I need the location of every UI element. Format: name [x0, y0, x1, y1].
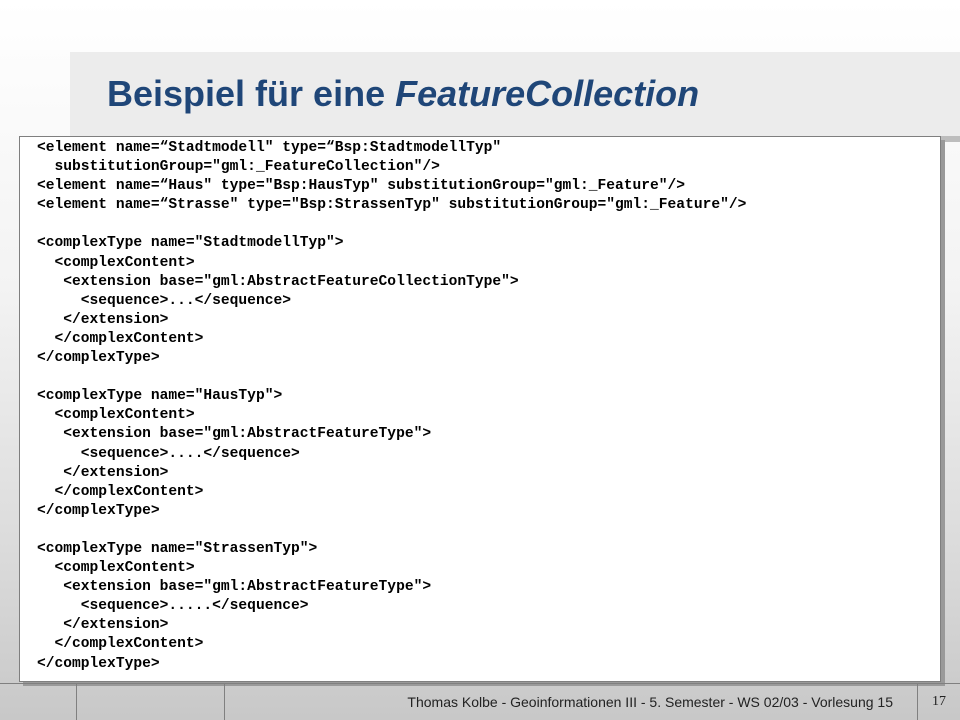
code-line: <sequence>...</sequence>	[37, 292, 291, 309]
code-line: substitutionGroup="gml:_FeatureCollectio…	[37, 159, 440, 176]
code-line: <extension base="gml:AbstractFeatureColl…	[37, 273, 519, 290]
code-line: <element name=“Stadtmodell" type=“Bsp:St…	[37, 140, 502, 156]
code-line: </complexType>	[37, 502, 160, 519]
code-line: <complexContent>	[37, 407, 195, 424]
code-line: </extension>	[37, 311, 169, 328]
title-emphasis: FeatureCollection	[395, 73, 700, 114]
code-line: <complexType name="StrassenTyp">	[37, 540, 318, 557]
code-line: <extension base="gml:AbstractFeatureType…	[37, 426, 432, 443]
slide-title: Beispiel für eine FeatureCollection	[107, 76, 699, 112]
code-line: <complexContent>	[37, 254, 195, 271]
code-line: <complexType name="StadtmodellTyp">	[37, 235, 344, 252]
code-box: <element name=“Stadtmodell" type=“Bsp:St…	[19, 136, 941, 682]
footer-separator-1	[76, 684, 77, 720]
code-line: <extension base="gml:AbstractFeatureType…	[37, 579, 432, 596]
code-line: <element name=“Haus" type="Bsp:HausTyp" …	[37, 178, 686, 195]
code-line: </complexType>	[37, 655, 160, 672]
code-line: </complexType>	[37, 350, 160, 367]
code-line: <element name=“Strasse" type="Bsp:Strass…	[37, 197, 747, 214]
code-line: </complexContent>	[37, 483, 204, 500]
code-line: </complexContent>	[37, 636, 204, 653]
code-line: </extension>	[37, 464, 169, 481]
code-line: </complexContent>	[37, 330, 204, 347]
code-line: <complexType name="HausTyp">	[37, 388, 283, 405]
xml-code-listing: <element name=“Stadtmodell" type=“Bsp:St…	[37, 139, 746, 674]
code-line: </extension>	[37, 617, 169, 634]
code-line: <sequence>.....</sequence>	[37, 598, 309, 615]
code-line: <complexContent>	[37, 560, 195, 577]
page-number: 17	[932, 694, 946, 709]
code-line: <sequence>....</sequence>	[37, 445, 300, 462]
footer-text: Thomas Kolbe - Geoinformationen III - 5.…	[407, 694, 893, 710]
title-prefix: Beispiel für eine	[107, 73, 396, 114]
